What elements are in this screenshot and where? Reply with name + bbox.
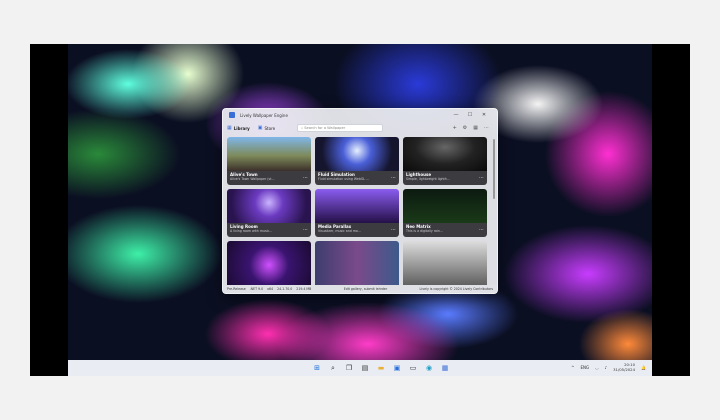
app-logo-icon <box>229 112 235 118</box>
close-button[interactable]: ✕ <box>477 112 491 118</box>
status-bar: Pre-Release .NET 9.0 x64 24.1.70.0 219.4… <box>223 285 497 293</box>
wallpaper-card[interactable]: Neo Matrix This is a digitally rain... ⋯ <box>403 189 487 237</box>
card-more-icon[interactable]: ⋯ <box>391 175 396 181</box>
wallpaper-thumbnail <box>227 137 311 171</box>
minimize-button[interactable]: — <box>449 112 463 118</box>
wallpaper-grid: Alive's Town Alive's Town Wallpaper (st.… <box>227 137 491 289</box>
wallpaper-thumbnail <box>315 137 399 171</box>
status-item: .NET 9.0 <box>249 287 264 291</box>
wallpaper-card[interactable]: Fluid Simulation Fluid simulation using … <box>315 137 399 185</box>
window-title: Lively Wallpaper Engine <box>240 112 288 118</box>
card-more-icon[interactable]: ⋯ <box>303 227 308 233</box>
language-indicator[interactable]: ENG <box>580 365 589 370</box>
task-view-icon[interactable]: ❐ <box>344 363 354 373</box>
card-info: Neo Matrix This is a digitally rain... <box>403 223 487 237</box>
store-icon: ▣ <box>257 125 263 131</box>
card-description: Simple, lightweight lighth... <box>406 177 450 181</box>
terminal-icon[interactable]: ▭ <box>408 363 418 373</box>
more-icon[interactable]: ⋯ <box>484 125 489 131</box>
card-more-icon[interactable]: ⋯ <box>479 227 484 233</box>
card-info: Media Parallax Visualizer, music and mo.… <box>315 223 399 237</box>
card-info: Living Room A living room with music... <box>227 223 311 237</box>
search-icon[interactable]: ⌕ <box>328 363 338 373</box>
card-description: A living room with music... <box>230 229 273 233</box>
tool-buttons: + ⚙ ▦ ⋯ <box>453 125 493 131</box>
file-explorer-icon[interactable]: ▬ <box>376 363 386 373</box>
taskbar-icons: ⊞ ⌕ ❐ ▤ ▬ ▣ ▭ ◉ ▦ <box>312 363 450 373</box>
maximize-button[interactable]: ☐ <box>463 112 477 118</box>
notification-bell-icon[interactable]: 🔔 <box>641 365 646 370</box>
tab-library-label: Library <box>233 125 250 131</box>
wallpaper-thumbnail <box>403 189 487 223</box>
network-icon[interactable]: ◡ <box>595 365 599 370</box>
card-info: Alive's Town Alive's Town Wallpaper (st.… <box>227 171 311 185</box>
layout-icon[interactable]: ▦ <box>473 125 478 131</box>
start-icon[interactable]: ⊞ <box>312 363 322 373</box>
volume-icon[interactable]: ♪ <box>605 365 608 370</box>
wallpaper-thumbnail <box>315 189 399 223</box>
wallpaper-card[interactable] <box>403 241 487 289</box>
wallpaper-card[interactable]: Alive's Town Alive's Town Wallpaper (st.… <box>227 137 311 185</box>
status-item: Pre-Release <box>227 287 246 291</box>
card-description: This is a digitally rain... <box>406 229 443 233</box>
scrollbar[interactable] <box>493 139 495 199</box>
library-icon: ▦ <box>227 125 232 131</box>
desktop-wallpaper: Lively Wallpaper Engine — ☐ ✕ ▦ Library … <box>68 44 652 376</box>
add-wallpaper-button[interactable]: + <box>453 125 457 131</box>
card-more-icon[interactable]: ⋯ <box>303 175 308 181</box>
wallpaper-card[interactable]: Living Room A living room with music... … <box>227 189 311 237</box>
card-description: Visualizer, music and mo... <box>318 229 361 233</box>
tab-store-label: Store <box>264 125 276 131</box>
card-more-icon[interactable]: ⋯ <box>479 175 484 181</box>
wallpaper-card[interactable] <box>227 241 311 289</box>
status-item: x64 <box>267 287 274 291</box>
status-copyright: Lively is copyright © 2024 Lively Contri… <box>419 287 493 291</box>
chevron-up-icon[interactable]: ^ <box>571 365 574 370</box>
status-middle[interactable]: Edit gallery, submit lehrder <box>315 287 415 291</box>
wallpaper-thumbnail <box>403 137 487 171</box>
wallpaper-card[interactable]: Lighthouse Simple, lightweight lighth...… <box>403 137 487 185</box>
wallpaper-card[interactable]: Media Parallax Visualizer, music and mo.… <box>315 189 399 237</box>
tab-library[interactable]: ▦ Library <box>227 125 250 131</box>
screenshot-frame: Lively Wallpaper Engine — ☐ ✕ ▦ Library … <box>30 44 690 376</box>
wallpaper-card[interactable] <box>315 241 399 289</box>
card-info: Lighthouse Simple, lightweight lighth... <box>403 171 487 185</box>
lively-icon[interactable]: ▦ <box>440 363 450 373</box>
taskbar: ⊞ ⌕ ❐ ▤ ▬ ▣ ▭ ◉ ▦ ^ ENG ◡ ♪ 20:10 31/05/… <box>68 360 652 376</box>
status-item: 219.4 MB <box>296 287 312 291</box>
date: 31/05/2024 <box>613 367 636 372</box>
card-description: Fluid simulation using WebGL ... <box>318 177 370 181</box>
settings-gear-icon[interactable]: ⚙ <box>463 125 467 131</box>
toolbar: ▦ Library ▣ Store ⌕ Search for a Wallpap… <box>223 121 497 135</box>
card-description: Alive's Town Wallpaper (st... <box>230 177 275 181</box>
widgets-icon[interactable]: ▤ <box>360 363 370 373</box>
status-item: 24.1.70.0 <box>277 287 293 291</box>
system-tray: ^ ENG ◡ ♪ 20:10 31/05/2024 🔔 <box>571 362 646 372</box>
title-bar[interactable]: Lively Wallpaper Engine — ☐ ✕ <box>223 109 497 121</box>
search-input[interactable]: ⌕ Search for a Wallpaper <box>297 124 384 132</box>
card-info: Fluid Simulation Fluid simulation using … <box>315 171 399 185</box>
tab-store[interactable]: ▣ Store <box>258 125 275 131</box>
edge-icon[interactable]: ◉ <box>424 363 434 373</box>
app-window[interactable]: Lively Wallpaper Engine — ☐ ✕ ▦ Library … <box>222 108 498 294</box>
clock[interactable]: 20:10 31/05/2024 <box>613 362 635 372</box>
store-icon[interactable]: ▣ <box>392 363 402 373</box>
wallpaper-thumbnail <box>227 189 311 223</box>
card-more-icon[interactable]: ⋯ <box>391 227 396 233</box>
search-placeholder: Search for a Wallpaper <box>304 126 346 130</box>
